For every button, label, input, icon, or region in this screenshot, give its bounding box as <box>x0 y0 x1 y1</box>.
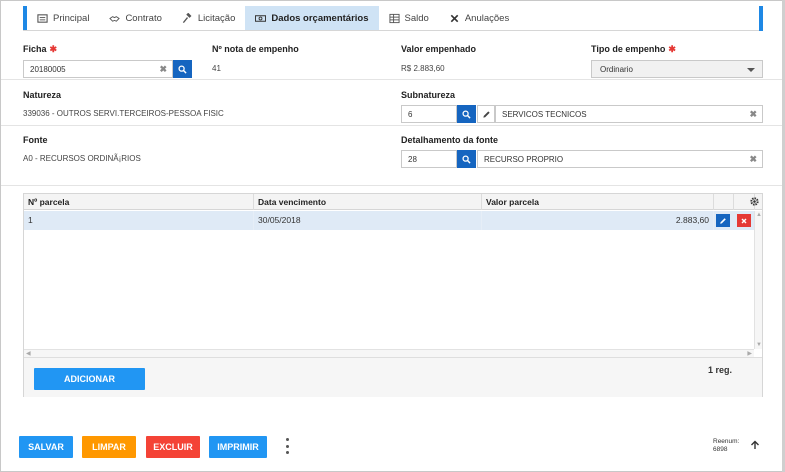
pencil-icon <box>720 217 726 224</box>
tab-label: Saldo <box>404 12 429 24</box>
detalhamento-code-input[interactable]: 28 <box>401 150 457 168</box>
pencil-icon <box>482 110 490 118</box>
gavel-icon <box>182 12 192 23</box>
reenum-value: 6898 <box>713 446 728 453</box>
detalhamento-description: RECURSO PROPRIO <box>484 154 564 164</box>
tab-label: Dados orçamentários <box>271 12 369 24</box>
add-button[interactable]: ADICIONAR <box>34 368 145 390</box>
record-count: 1 reg. <box>707 365 732 375</box>
detalhamento-description-input[interactable]: RECURSO PROPRIO ✖ <box>477 150 763 168</box>
row-delete-button[interactable] <box>737 214 751 227</box>
column-header-parcela[interactable]: Nº parcela <box>24 194 254 210</box>
nota-empenho-label: Nº nota de empenho <box>212 44 299 54</box>
settings-button[interactable] <box>749 196 761 208</box>
fonte-label: Fonte <box>23 135 48 145</box>
column-header-vencimento[interactable]: Data vencimento <box>254 194 482 210</box>
natureza-value: 339036 - OUTROS SERVI.TERCEIROS-PESSOA F… <box>23 109 224 118</box>
clear-icon[interactable]: ✖ <box>749 154 757 165</box>
gear-icon <box>750 197 759 206</box>
natureza-label: Natureza <box>23 90 62 100</box>
ficha-value: 20180005 <box>30 64 66 74</box>
scroll-left-arrow-icon[interactable]: ◀ <box>26 350 31 357</box>
grid-footer: ADICIONAR 1 reg. <box>24 357 762 397</box>
nota-empenho-value: 41 <box>212 64 221 73</box>
divider <box>1 79 785 80</box>
search-icon <box>462 154 471 164</box>
print-button[interactable]: IMPRIMIR <box>209 436 267 458</box>
subnatureza-search-button[interactable] <box>457 105 476 123</box>
column-header-edit <box>714 194 734 210</box>
chevron-down-icon <box>747 68 755 72</box>
valor-empenhado-label: Valor empenhado <box>401 44 477 54</box>
tab-label: Licitação <box>197 12 236 24</box>
tab-saldo[interactable]: Saldo <box>379 6 439 30</box>
grid-icon <box>37 13 48 23</box>
ficha-search-button[interactable] <box>173 60 192 78</box>
search-icon <box>462 109 471 119</box>
subnatureza-code: 6 <box>408 109 413 119</box>
reenum-info: Reenum: 6898 <box>713 438 739 454</box>
cell-valor: 2.883,60 <box>482 211 714 230</box>
subnatureza-label: Subnatureza <box>401 90 456 100</box>
clear-icon[interactable]: ✖ <box>159 64 167 75</box>
tab-bar-right-edge <box>759 6 763 31</box>
delete-button[interactable]: EXCLUIR <box>146 436 200 458</box>
subnatureza-edit-button[interactable] <box>477 105 495 123</box>
required-marker: ✱ <box>49 44 58 54</box>
save-button[interactable]: SALVAR <box>19 436 73 458</box>
reenum-label: Reenum: <box>713 438 740 445</box>
subnatureza-description: SERVICOS TECNICOS <box>502 109 587 119</box>
cell-vencimento: 30/05/2018 <box>254 211 482 230</box>
more-options-icon[interactable] <box>286 438 290 454</box>
ficha-label: Ficha ✱ <box>23 44 58 54</box>
detalhamento-fonte-label: Detalhamento da fonte <box>401 135 499 145</box>
scroll-up-arrow-icon[interactable]: ▲ <box>756 212 762 218</box>
tipo-empenho-label: Tipo de empenho ✱ <box>591 44 676 54</box>
close-icon <box>741 217 747 224</box>
required-marker: ✱ <box>668 44 676 54</box>
row-edit-button[interactable] <box>716 214 730 227</box>
clear-button[interactable]: LIMPAR <box>82 436 136 458</box>
grid-header: Nº parcela Data vencimento Valor parcela <box>24 194 762 210</box>
subnatureza-code-input[interactable]: 6 <box>401 105 457 123</box>
table-row[interactable]: 1 30/05/2018 2.883,60 <box>24 211 755 230</box>
tab-label: Contrato <box>125 12 162 24</box>
subnatureza-description-input[interactable]: SERVICOS TECNICOS ✖ <box>495 105 763 123</box>
money-icon <box>255 14 267 22</box>
vertical-scrollbar[interactable]: ▲ ▼ <box>754 211 762 349</box>
tab-contrato[interactable]: Contrato <box>99 6 171 30</box>
handshake-icon <box>109 15 121 22</box>
x-icon <box>450 14 459 22</box>
tipo-empenho-selected: Ordinario <box>600 64 633 74</box>
fonte-value: A0 - RECURSOS ORDINÃ¡RIOS <box>23 154 141 163</box>
arrow-up-icon[interactable] <box>750 440 760 450</box>
tab-label: Anulações <box>464 12 510 24</box>
clear-icon[interactable]: ✖ <box>749 109 757 120</box>
detalhamento-code: 28 <box>408 154 417 164</box>
valor-empenhado-value: R$ 2.883,60 <box>401 64 445 73</box>
divider <box>1 185 785 186</box>
search-icon <box>178 64 187 74</box>
parcelas-grid: Nº parcela Data vencimento Valor parcela… <box>23 193 763 397</box>
tab-licitacao[interactable]: Licitação <box>172 6 246 30</box>
column-header-valor[interactable]: Valor parcela <box>482 194 714 210</box>
horizontal-scrollbar[interactable]: ◀ ▶ <box>24 349 754 357</box>
cell-parcela: 1 <box>24 211 254 230</box>
tab-bar: Principal Contrato Licitação Dados orçam… <box>23 6 763 31</box>
tab-dados-orcamentarios[interactable]: Dados orçamentários <box>245 6 379 30</box>
table-icon <box>388 13 400 23</box>
tipo-empenho-select[interactable]: Ordinario <box>591 60 763 78</box>
app-frame: Principal Contrato Licitação Dados orçam… <box>0 0 785 472</box>
tab-label: Principal <box>53 12 90 24</box>
tab-anulacoes[interactable]: Anulações <box>439 6 519 30</box>
divider <box>1 125 785 126</box>
scroll-down-arrow-icon[interactable]: ▼ <box>756 342 762 348</box>
tab-principal[interactable]: Principal <box>27 6 99 30</box>
ficha-input[interactable]: 20180005 ✖ <box>23 60 173 78</box>
detalhamento-search-button[interactable] <box>457 150 476 168</box>
scroll-right-arrow-icon[interactable]: ▶ <box>747 350 752 357</box>
